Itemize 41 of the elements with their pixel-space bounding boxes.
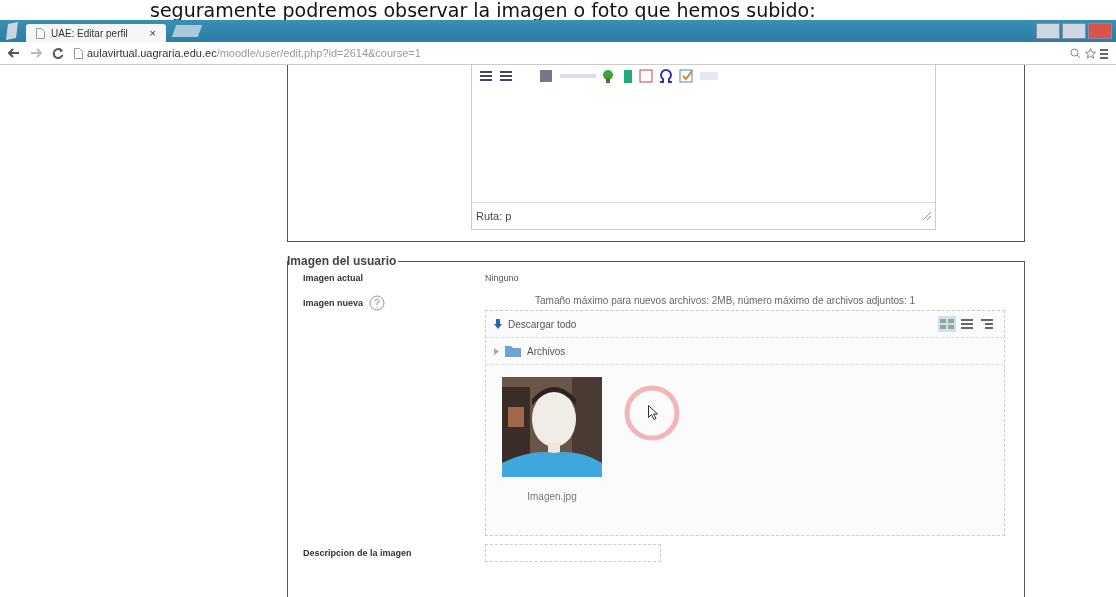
view-mode-button[interactable] [978,316,996,332]
cursor-icon [648,405,658,420]
folder-name: Archivos [527,345,566,357]
address-field[interactable]: aulavirtual.uagraria.edu.ec/moodle/user/edit.php?id=2614&course=1 [74,47,1060,59]
download-all-button[interactable]: Descargar todo [494,318,577,330]
minimize-button[interactable] [1036,23,1060,39]
close-tab-button[interactable]: × [149,27,156,39]
zoom-icon[interactable] [1070,47,1081,59]
url-text: aulavirtual.uagraria.edu.ec/moodle/user/edit.php?id=2614&course=1 [87,47,421,59]
field-label: Imagen actual [303,273,365,283]
folder-icon [505,345,521,357]
caption-text: seguramente podremos observar la imagen o foto que hemos subido: [149,0,817,20]
field-label: Descripcion de la imagen [303,548,413,558]
description-field[interactable] [485,544,661,562]
browser-tab[interactable]: UAE: Editar perfil × [26,24,166,42]
click-highlight-icon [624,385,680,441]
maximize-button[interactable] [1062,23,1086,39]
upload-limits-text: Tamaño máximo para nuevos archivos: 2MB, número máximo de archivos adjuntos: 1 [534,295,917,306]
resize-grip-icon[interactable] [923,212,931,220]
file-name[interactable]: Imagen.jpg [527,491,577,502]
forward-icon[interactable] [30,48,42,58]
tree-view-icon [981,319,993,329]
section-legend: Imagen del usuario [287,254,397,268]
expand-arrow-icon[interactable] [494,347,499,355]
icon-view-icon [940,319,954,329]
tab-title: UAE: Editar perfil [51,27,128,39]
page-icon [74,47,83,59]
menu-icon[interactable] [1100,47,1108,59]
new-tab-button[interactable] [171,25,203,37]
text-editor[interactable]: Ruta: p [471,65,936,230]
view-mode-button[interactable] [958,316,976,332]
field-label: Imagen nueva [303,298,364,308]
help-icon[interactable] [369,295,386,311]
star-icon[interactable] [1085,47,1096,59]
list-view-icon [961,319,973,329]
reload-icon[interactable] [52,47,64,59]
path-text: Ruta: p [476,210,512,222]
page-icon [36,27,45,39]
download-icon [494,319,502,329]
back-icon[interactable] [8,48,20,58]
field-value: Ninguno [485,273,520,283]
